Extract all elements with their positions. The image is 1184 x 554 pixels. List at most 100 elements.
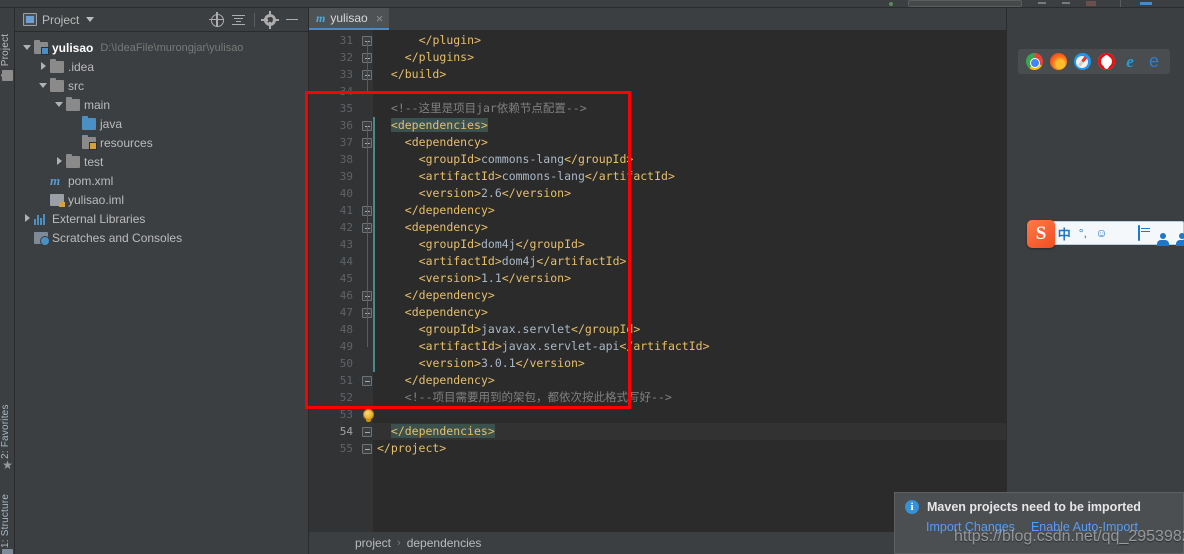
tab-yulisao[interactable]: m yulisao ×: [309, 8, 390, 30]
locate-icon[interactable]: [207, 10, 227, 30]
structure-icon: [2, 549, 13, 554]
sogou-logo-icon[interactable]: S: [1027, 220, 1055, 248]
sidebar-item-structure[interactable]: 1: Structure: [0, 474, 15, 548]
line-number: 31: [339, 34, 353, 47]
project-tool-window: Project yulisao D:\IdeaFile\murongjar\yul…: [15, 8, 309, 554]
code-line: <version>1.1</version>: [418, 271, 572, 285]
tree-node-label: main: [84, 97, 111, 112]
line-number: 49: [339, 340, 353, 353]
code-line: <version>3.0.1</version>: [418, 356, 585, 370]
tree-node-label: Scratches and Consoles: [52, 230, 183, 245]
opera-icon[interactable]: [1097, 53, 1115, 70]
fold-column[interactable]: [361, 30, 374, 532]
line-number: 44: [339, 255, 353, 268]
line-number: 33: [339, 68, 353, 81]
soft-keyboard-icon[interactable]: [1131, 225, 1146, 241]
line-number: 46: [339, 289, 353, 302]
notification-header: i Maven projects need to be imported: [895, 493, 1183, 514]
edge-icon[interactable]: e: [1146, 52, 1163, 70]
fold-toggle-icon[interactable]: [362, 444, 372, 454]
chevron-right-icon[interactable]: [21, 212, 34, 225]
sidebar-item-favorites[interactable]: 2: Favorites: [0, 393, 15, 459]
chevron-down-icon[interactable]: [86, 17, 95, 22]
code-line: </build>: [390, 67, 447, 81]
breadcrumb-item-project[interactable]: project: [355, 536, 391, 550]
chevron-down-icon[interactable]: [21, 41, 34, 54]
line-number: 48: [339, 323, 353, 336]
gear-icon[interactable]: [260, 10, 280, 30]
tree-node-label: yulisao: [52, 40, 94, 55]
tree-node-label: resources: [100, 135, 153, 150]
tree-node-yulisao-iml[interactable]: yulisao.iml: [15, 190, 308, 209]
firefox-icon[interactable]: [1049, 53, 1067, 70]
line-number: 34: [339, 85, 353, 98]
language-mode-icon[interactable]: 中: [1057, 224, 1072, 243]
intention-bulb-icon[interactable]: [363, 409, 374, 422]
minimize-icon[interactable]: [1038, 2, 1046, 4]
chrome-icon[interactable]: [1025, 53, 1043, 70]
tree-node-label: src: [68, 78, 84, 93]
code-line: <groupId>javax.servlet</groupId>: [418, 322, 641, 336]
line-number: 47: [339, 306, 353, 319]
maven-m-icon: m: [316, 10, 326, 25]
maximize-icon[interactable]: [1062, 2, 1070, 4]
chrome-address-box[interactable]: [908, 0, 1022, 7]
browser-dock: e e: [1018, 49, 1170, 74]
tree-node-label: test: [84, 154, 104, 169]
chevron-down-icon[interactable]: [37, 79, 50, 92]
close-icon[interactable]: ×: [376, 11, 384, 26]
tree-node-external-libraries[interactable]: External Libraries: [15, 209, 308, 228]
code-line: <!--项目需要用到的架包，都依次按此格式写好-->: [404, 390, 672, 404]
line-number: 36: [339, 119, 353, 132]
editor-gutter[interactable]: 31 32 33 34 35 36 37 38 39 40 41 42 43 44 45 46 47 48 49 50…: [309, 30, 361, 532]
tree-node-pom-xml[interactable]: m pom.xml: [15, 171, 308, 190]
left-tool-strip: 1: Project 2: Favorites ★ 1: Structure: [0, 8, 15, 554]
tree-node--idea[interactable]: .idea: [15, 57, 308, 76]
close-icon[interactable]: [1086, 1, 1096, 6]
tree-node-resources[interactable]: resources: [15, 133, 308, 152]
tree-node-main[interactable]: main: [15, 95, 308, 114]
tree-node-scratches-and-consoles[interactable]: Scratches and Consoles: [15, 228, 308, 247]
line-number: 45: [339, 272, 353, 285]
maven-file-icon: m: [50, 172, 61, 188]
internet-explorer-icon[interactable]: e: [1122, 53, 1139, 70]
line-number: 50: [339, 357, 353, 370]
breadcrumb-separator: ›: [397, 537, 401, 549]
minimize-icon[interactable]: [282, 10, 302, 30]
chevron-right-icon[interactable]: [37, 60, 50, 73]
breadcrumb-item-dependencies[interactable]: dependencies: [407, 536, 482, 550]
code-editor[interactable]: 31 32 33 34 35 36 37 38 39 40 41 42 43 44 45 46 47 48 49 50…: [305, 30, 1006, 532]
tree-node-yulisao[interactable]: yulisao D:\IdeaFile\murongjar\yulisao: [15, 38, 308, 57]
tree-node-label: yulisao.iml: [68, 192, 125, 207]
sidebar-item-project[interactable]: 1: Project: [0, 18, 15, 78]
scratch-icon: [34, 231, 50, 246]
code-line: <dependency>: [404, 305, 488, 319]
window-chrome-strip: [0, 0, 1184, 8]
tree-node-src[interactable]: src: [15, 76, 308, 95]
sogou-ime-toolbar: S 中 °, ☺: [1027, 220, 1184, 248]
tree-node-java[interactable]: java: [15, 114, 308, 133]
line-number: 42: [339, 221, 353, 234]
collapse-all-icon[interactable]: [229, 10, 249, 30]
code-line: <dependencies>: [390, 118, 488, 132]
chevron-down-icon[interactable]: [53, 98, 66, 111]
chevron-right-icon[interactable]: [53, 155, 66, 168]
punctuation-mode-icon[interactable]: °,: [1076, 226, 1091, 240]
fold-toggle-icon[interactable]: [362, 427, 372, 437]
code-line: </plugin>: [418, 33, 481, 47]
code-line: <artifactId>javax.servlet-api</artifactI…: [418, 339, 710, 353]
tree-node-label: External Libraries: [52, 211, 146, 226]
tree-node-test[interactable]: test: [15, 152, 308, 171]
safari-icon[interactable]: [1073, 53, 1091, 70]
notification-title: Maven projects need to be imported: [927, 500, 1141, 514]
vcs-change-bar: [373, 117, 375, 372]
fold-toggle-icon[interactable]: [362, 376, 372, 386]
emoji-icon[interactable]: ☺: [1094, 226, 1109, 240]
code-line: <artifactId>dom4j</artifactId>: [418, 254, 627, 268]
code-content[interactable]: </plugin> </plugins> </build> <!--这里是项目jar依…: [377, 30, 1006, 532]
project-tree: yulisao D:\IdeaFile\murongjar\yulisao .ide…: [15, 32, 308, 247]
